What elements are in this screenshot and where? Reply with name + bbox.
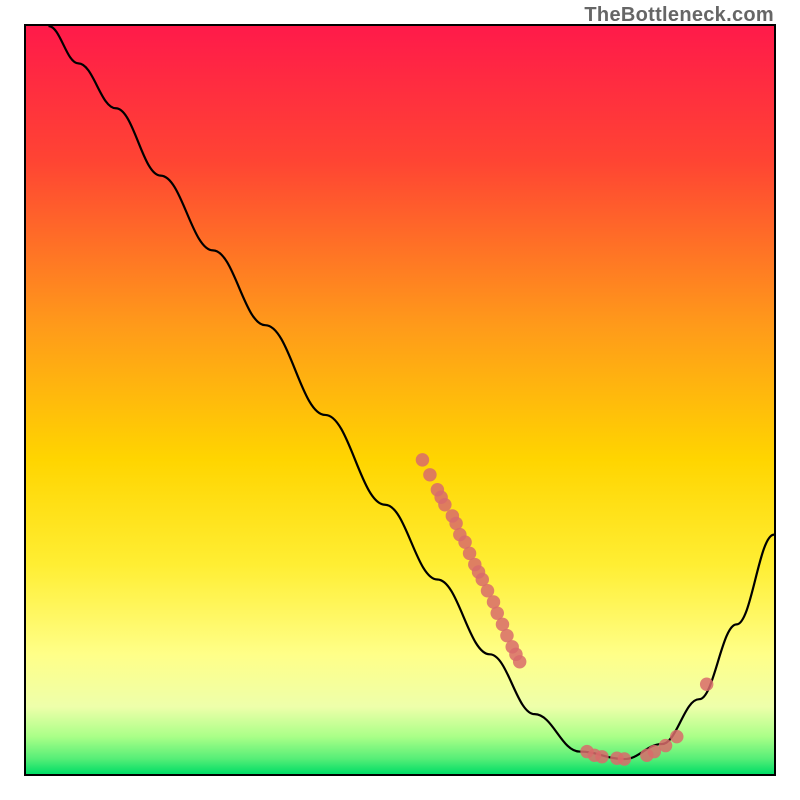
plot-area	[24, 24, 776, 776]
chart-container: TheBottleneck.com	[0, 0, 800, 800]
gradient-background	[26, 26, 774, 774]
